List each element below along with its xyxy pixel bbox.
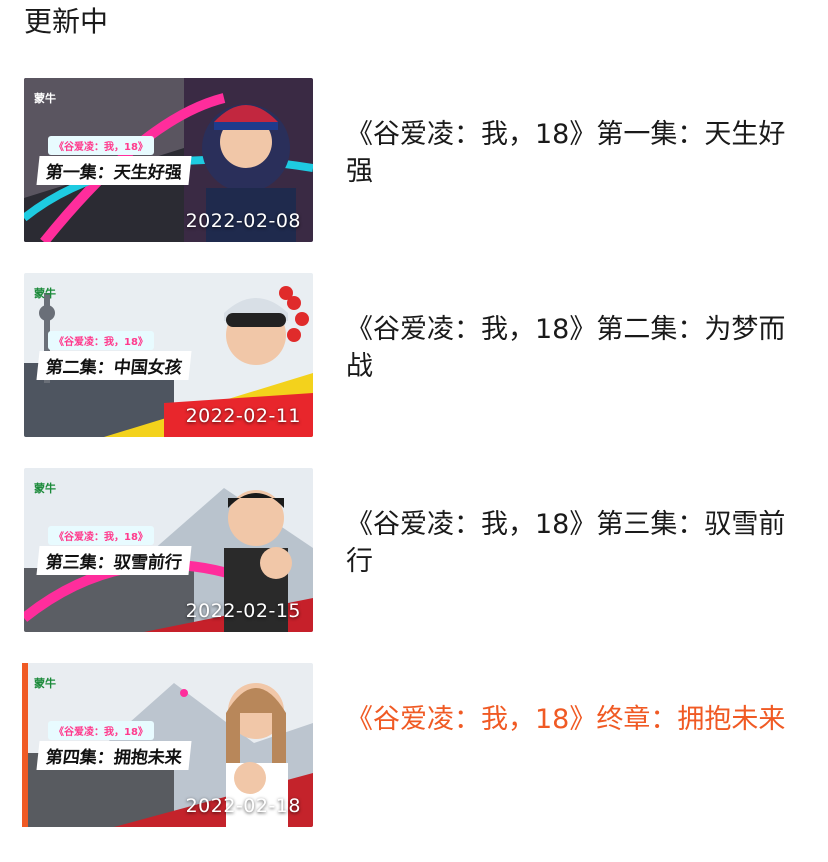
brand-logo: 蒙牛 [34,677,56,690]
episode-title[interactable]: 《谷爱凌：我，18》第一集：天生好强 [346,116,786,190]
brand-logo: 蒙牛 [34,92,56,105]
episode-date: 2022-02-15 [185,600,301,622]
episode-title[interactable]: 《谷爱凌：我，18》第二集：为梦而战 [346,311,786,385]
episode-title[interactable]: 《谷爱凌：我，18》终章：拥抱未来 [346,701,786,738]
thumbnail-episode-label: 第一集：天生好强 [36,156,192,185]
series-tag: 《谷爱凌：我，18》 [48,331,154,350]
thumbnail-episode-label: 第三集：驭雪前行 [36,546,192,575]
thumbnail-episode-label: 第二集：中国女孩 [36,351,192,380]
episode-item-2[interactable]: 蒙牛 《谷爱凌：我，18》 第二集：中国女孩 2022-02-11 《谷爱凌：我… [0,273,828,437]
series-tag: 《谷爱凌：我，18》 [48,526,154,545]
brand-logo: 蒙牛 [34,287,56,300]
section-title: 更新中 [24,5,109,38]
episode-date: 2022-02-08 [185,210,301,232]
episode-item-4[interactable]: 蒙牛 《谷爱凌：我，18》 第四集：拥抱未来 2022-02-18 《谷爱凌：我… [0,663,828,827]
episode-date: 2022-02-11 [185,405,301,427]
episode-thumbnail[interactable]: 蒙牛 《谷爱凌：我，18》 第四集：拥抱未来 2022-02-18 [24,663,313,827]
episode-title[interactable]: 《谷爱凌：我，18》第三集：驭雪前行 [346,506,786,580]
episode-thumbnail[interactable]: 蒙牛 《谷爱凌：我，18》 第三集：驭雪前行 2022-02-15 [24,468,313,632]
episode-date: 2022-02-18 [185,795,301,817]
series-tag: 《谷爱凌：我，18》 [48,721,154,740]
active-indicator [22,663,28,827]
episode-thumbnail[interactable]: 蒙牛 《谷爱凌：我，18》 第二集：中国女孩 2022-02-11 [24,273,313,437]
series-tag: 《谷爱凌：我，18》 [48,136,154,155]
brand-logo: 蒙牛 [34,482,56,495]
thumbnail-episode-label: 第四集：拥抱未来 [36,741,192,770]
episode-item-1[interactable]: 蒙牛 《谷爱凌：我，18》 第一集：天生好强 2022-02-08 《谷爱凌：我… [0,78,828,242]
episode-item-3[interactable]: 蒙牛 《谷爱凌：我，18》 第三集：驭雪前行 2022-02-15 《谷爱凌：我… [0,468,828,632]
episode-thumbnail[interactable]: 蒙牛 《谷爱凌：我，18》 第一集：天生好强 2022-02-08 [24,78,313,242]
